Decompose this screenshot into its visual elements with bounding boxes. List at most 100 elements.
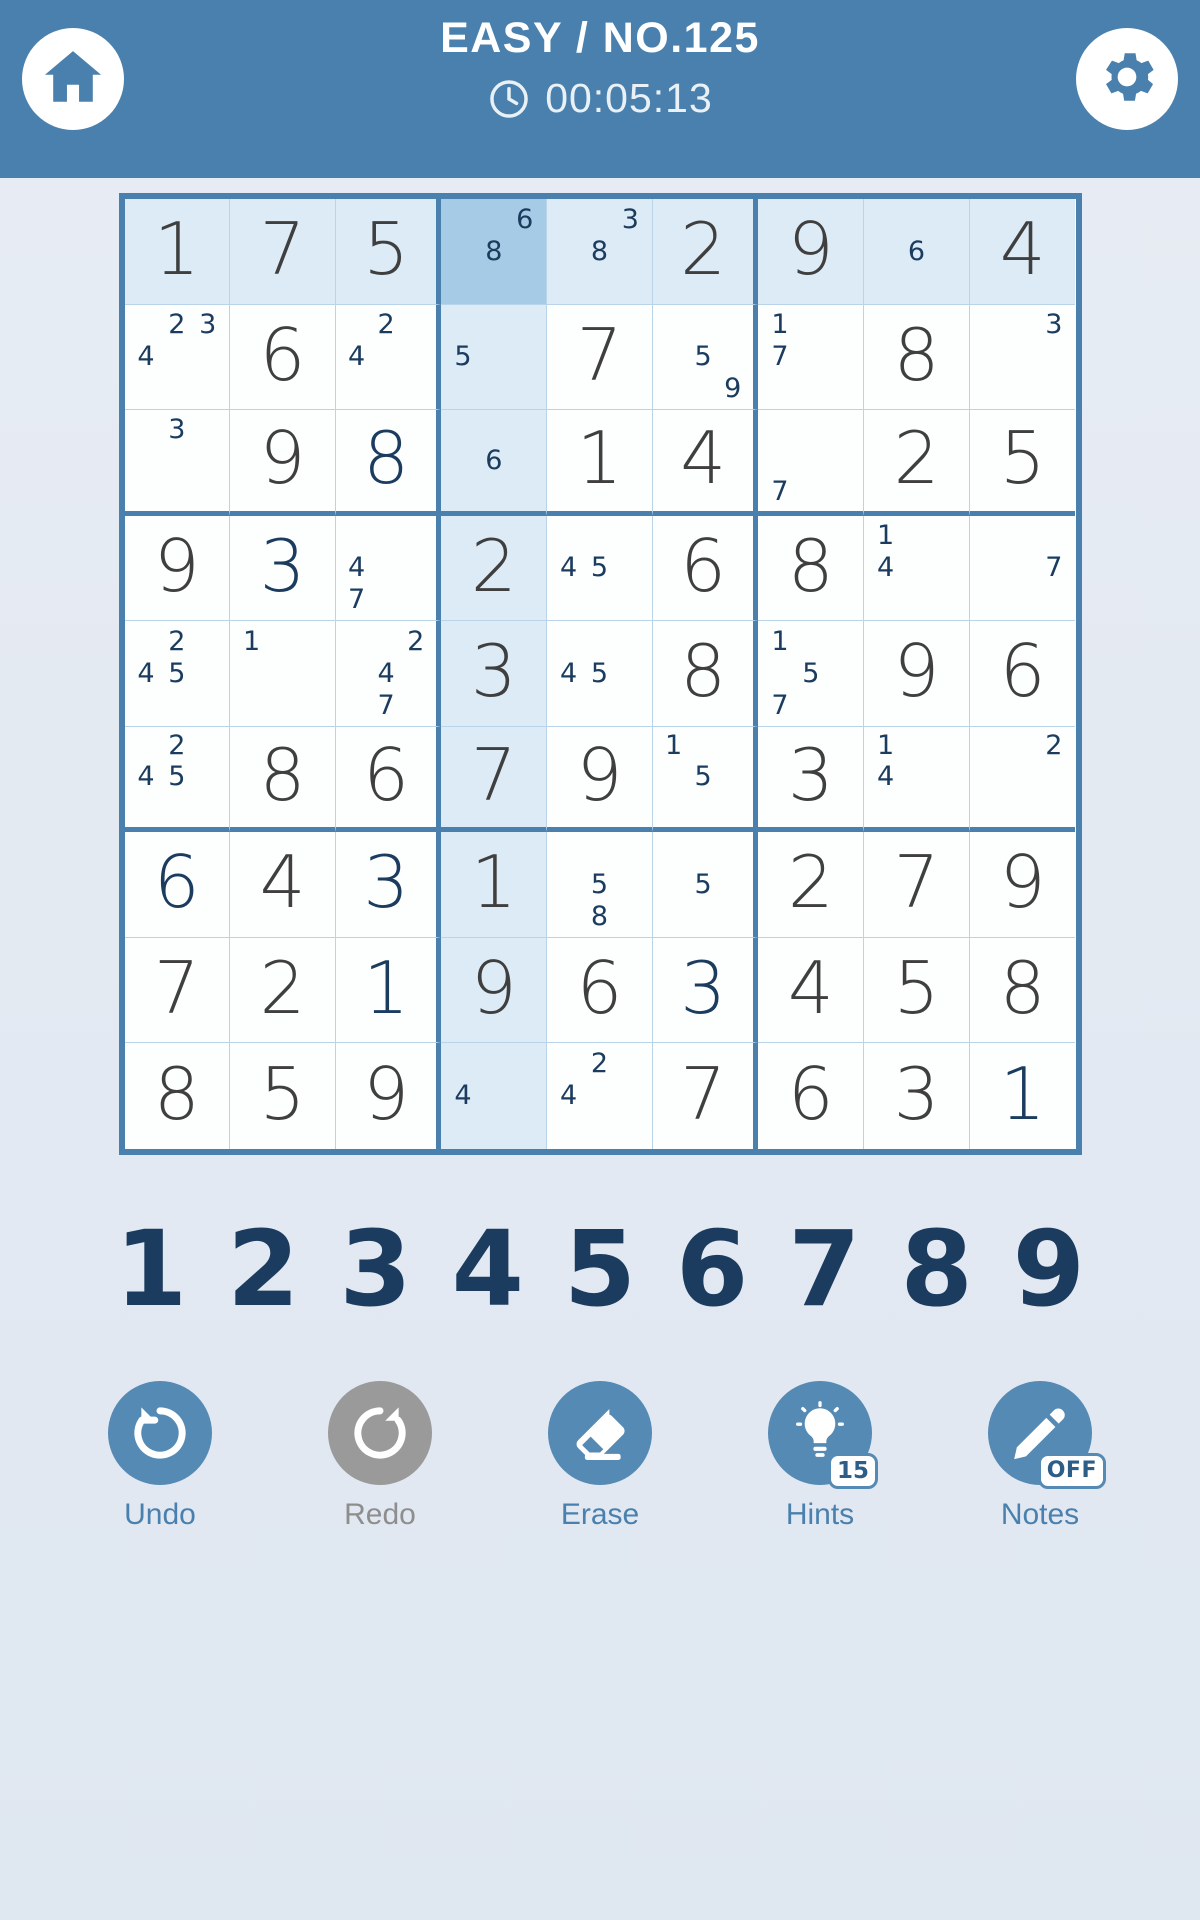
- cell-r6c1[interactable]: 245: [124, 726, 231, 832]
- cell-r1c2[interactable]: 7: [230, 199, 336, 305]
- cell-r6c9[interactable]: 2: [969, 726, 1076, 832]
- cell-r2c9[interactable]: 3: [969, 304, 1076, 410]
- cell-r1c9[interactable]: 4: [969, 199, 1076, 305]
- cell-r8c2[interactable]: 2: [230, 937, 336, 1043]
- cell-r2c1[interactable]: 23 4: [124, 304, 231, 410]
- cell-r3c4[interactable]: 6: [441, 410, 548, 516]
- notes-button[interactable]: OFF Notes: [950, 1380, 1130, 1532]
- cell-r2c8[interactable]: 8: [864, 304, 970, 410]
- cell-r9c9[interactable]: 1: [969, 1043, 1076, 1149]
- cell-r5c5[interactable]: 45: [547, 621, 653, 727]
- cell-r2c7[interactable]: 17: [758, 304, 865, 410]
- sudoku-board[interactable]: 1756838296423462457591783398614725934724…: [118, 193, 1082, 1155]
- cell-r9c2[interactable]: 5: [230, 1043, 336, 1149]
- cell-r8c8[interactable]: 5: [864, 937, 970, 1043]
- cell-r5c9[interactable]: 6: [969, 621, 1076, 727]
- numpad-7[interactable]: 7: [768, 1217, 880, 1321]
- cell-r9c7[interactable]: 6: [758, 1043, 865, 1149]
- cell-r5c3[interactable]: 247: [335, 621, 442, 727]
- cell-r7c9[interactable]: 9: [969, 832, 1076, 938]
- cell-r8c6[interactable]: 3: [652, 937, 759, 1043]
- hints-button[interactable]: 15 Hints: [730, 1380, 910, 1532]
- cell-r7c6[interactable]: 5: [652, 832, 759, 938]
- cell-r3c1[interactable]: 3: [124, 410, 231, 516]
- cell-r9c1[interactable]: 8: [124, 1043, 231, 1149]
- cell-r5c1[interactable]: 245: [124, 621, 231, 727]
- cell-r7c2[interactable]: 4: [230, 832, 336, 938]
- cell-r5c4[interactable]: 3: [441, 621, 548, 727]
- eraser-icon[interactable]: [548, 1380, 652, 1485]
- cell-r6c2[interactable]: 8: [230, 726, 336, 832]
- cell-r6c3[interactable]: 6: [335, 726, 442, 832]
- cell-r3c7[interactable]: 7: [758, 410, 865, 516]
- cell-r5c8[interactable]: 9: [864, 621, 970, 727]
- cell-r4c9[interactable]: 7: [969, 515, 1076, 621]
- cell-r3c2[interactable]: 9: [230, 410, 336, 516]
- cell-r6c4[interactable]: 7: [441, 726, 548, 832]
- numpad-5[interactable]: 5: [544, 1217, 656, 1321]
- cell-r1c8[interactable]: 6: [864, 199, 970, 305]
- cell-r4c4[interactable]: 2: [441, 515, 548, 621]
- erase-button[interactable]: Erase: [510, 1380, 690, 1532]
- redo-icon[interactable]: [328, 1380, 432, 1485]
- cell-r7c5[interactable]: 58: [547, 832, 653, 938]
- cell-r2c5[interactable]: 7: [547, 304, 653, 410]
- cell-r3c9[interactable]: 5: [969, 410, 1076, 516]
- numpad-2[interactable]: 2: [207, 1217, 319, 1321]
- cell-r1c5[interactable]: 38: [547, 199, 653, 305]
- cell-r9c4[interactable]: 4: [441, 1043, 548, 1149]
- cell-r2c6[interactable]: 59: [652, 304, 759, 410]
- cell-r8c1[interactable]: 7: [124, 937, 231, 1043]
- cell-r5c2[interactable]: 1: [230, 621, 336, 727]
- cell-r3c8[interactable]: 2: [864, 410, 970, 516]
- cell-r3c6[interactable]: 4: [652, 410, 759, 516]
- cell-r5c7[interactable]: 157: [758, 621, 865, 727]
- cell-r9c8[interactable]: 3: [864, 1043, 970, 1149]
- cell-r8c7[interactable]: 4: [758, 937, 865, 1043]
- undo-icon[interactable]: [108, 1380, 212, 1485]
- cell-r7c8[interactable]: 7: [864, 832, 970, 938]
- redo-button[interactable]: Redo: [290, 1380, 470, 1532]
- lightbulb-icon[interactable]: 15: [768, 1380, 878, 1489]
- pencil-icon[interactable]: OFF: [988, 1380, 1106, 1489]
- cell-r6c6[interactable]: 15: [652, 726, 759, 832]
- cell-r4c5[interactable]: 45: [547, 515, 653, 621]
- cell-r8c3[interactable]: 1: [335, 937, 442, 1043]
- cell-r6c8[interactable]: 14: [864, 726, 970, 832]
- cell-r3c5[interactable]: 1: [547, 410, 653, 516]
- numpad-6[interactable]: 6: [656, 1217, 768, 1321]
- undo-button[interactable]: Undo: [70, 1380, 250, 1532]
- cell-r2c2[interactable]: 6: [230, 304, 336, 410]
- cell-r7c7[interactable]: 2: [758, 832, 865, 938]
- cell-r1c1[interactable]: 1: [124, 199, 231, 305]
- action-bar[interactable]: Undo Redo Erase 15 Hints OFF Notes: [70, 1380, 1130, 1532]
- numpad-9[interactable]: 9: [993, 1217, 1105, 1321]
- cell-r2c4[interactable]: 5: [441, 304, 548, 410]
- cell-r1c6[interactable]: 2: [652, 199, 759, 305]
- cell-r4c6[interactable]: 6: [652, 515, 759, 621]
- cell-r8c4[interactable]: 9: [441, 937, 548, 1043]
- cell-r9c6[interactable]: 7: [652, 1043, 759, 1149]
- cell-r7c4[interactable]: 1: [441, 832, 548, 938]
- cell-r4c1[interactable]: 9: [124, 515, 231, 621]
- cell-r4c8[interactable]: 14: [864, 515, 970, 621]
- cell-r1c7[interactable]: 9: [758, 199, 865, 305]
- cell-r7c3[interactable]: 3: [335, 832, 442, 938]
- cell-r9c5[interactable]: 24: [547, 1043, 653, 1149]
- cell-r6c5[interactable]: 9: [547, 726, 653, 832]
- cell-r1c3[interactable]: 5: [335, 199, 442, 305]
- numpad-1[interactable]: 1: [95, 1217, 207, 1321]
- cell-r9c3[interactable]: 9: [335, 1043, 442, 1149]
- cell-r4c3[interactable]: 47: [335, 515, 442, 621]
- cell-r7c1[interactable]: 6: [124, 832, 231, 938]
- cell-r6c7[interactable]: 3: [758, 726, 865, 832]
- numpad-4[interactable]: 4: [432, 1217, 544, 1321]
- cell-r5c6[interactable]: 8: [652, 621, 759, 727]
- cell-r8c5[interactable]: 6: [547, 937, 653, 1043]
- settings-button[interactable]: [1076, 28, 1178, 130]
- cell-r8c9[interactable]: 8: [969, 937, 1076, 1043]
- number-pad[interactable]: 123456789: [95, 1217, 1105, 1321]
- cell-r4c2[interactable]: 3: [230, 515, 336, 621]
- numpad-8[interactable]: 8: [881, 1217, 993, 1321]
- cell-r1c4[interactable]: 68: [441, 199, 548, 305]
